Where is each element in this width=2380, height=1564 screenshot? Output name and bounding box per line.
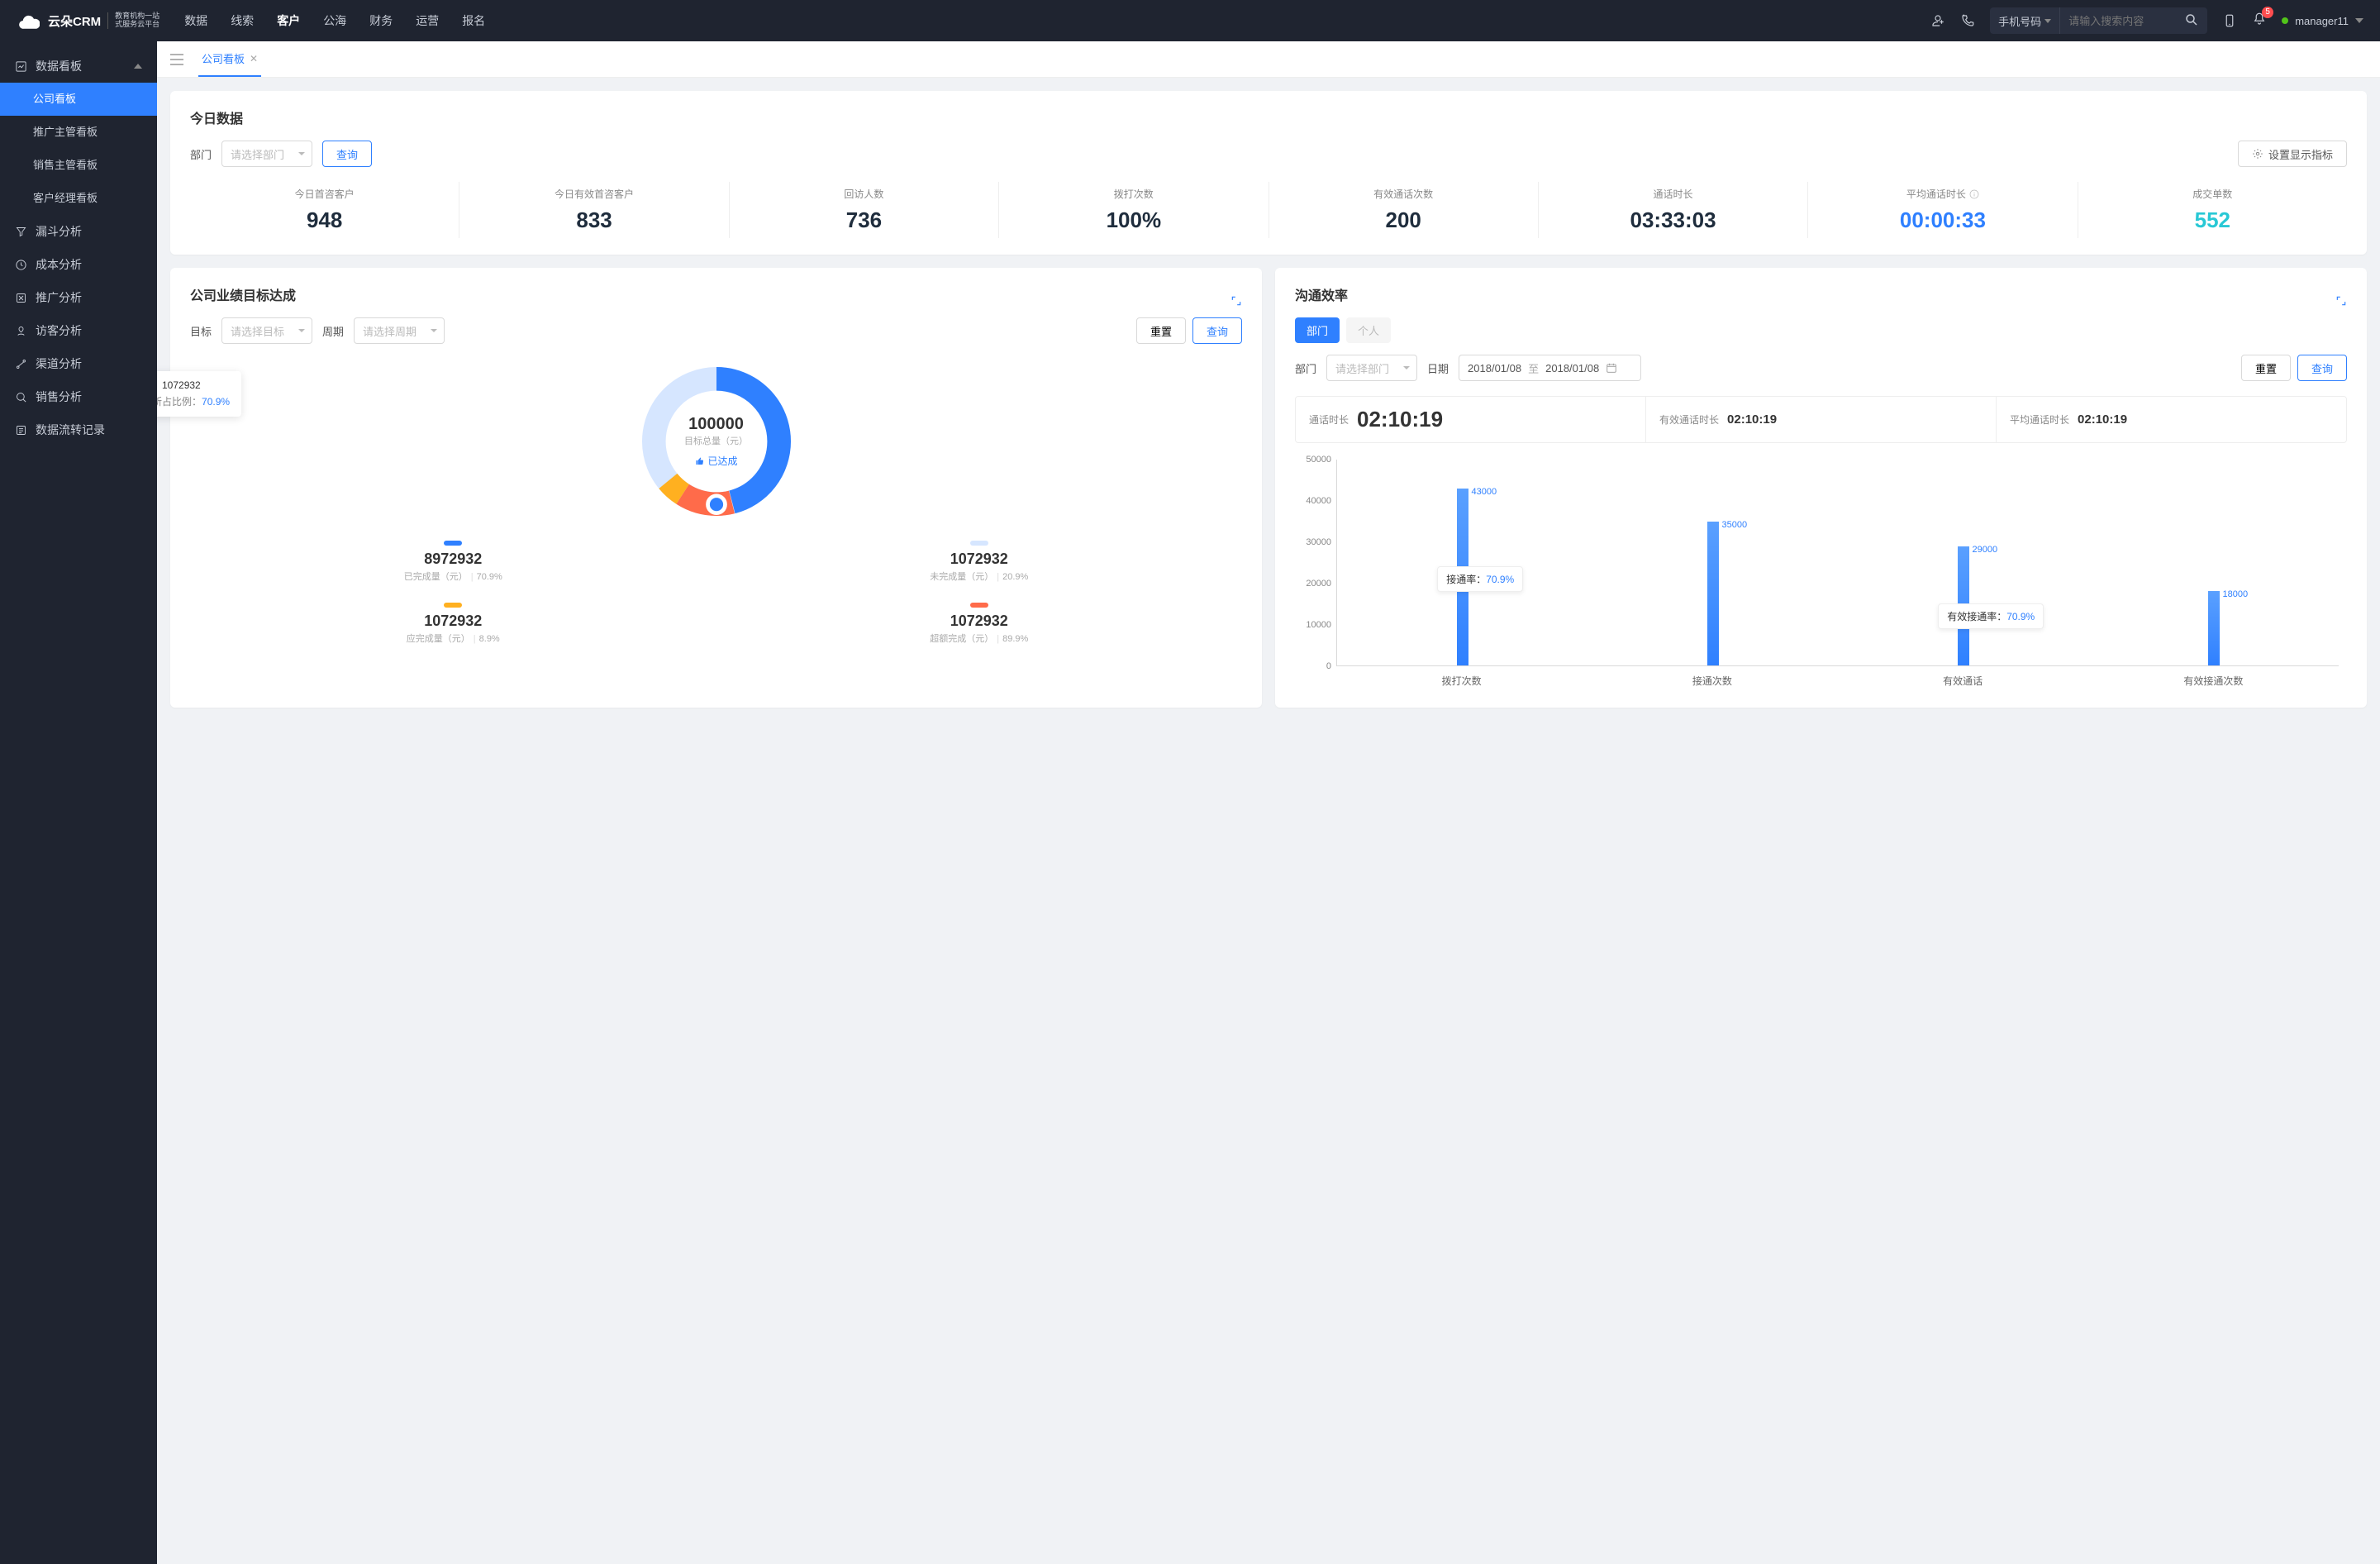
comm-stat-2: 平均通话时长02:10:19 xyxy=(1997,397,2346,442)
global-search[interactable]: 手机号码 xyxy=(1990,7,2207,34)
sidebar-icon xyxy=(15,424,27,436)
comm-reset-button[interactable]: 重置 xyxy=(2241,355,2291,381)
kpi-5: 通话时长03:33:03 xyxy=(1539,182,1808,238)
sidebar-sub-0[interactable]: 公司看板 xyxy=(0,83,157,116)
status-dot-icon xyxy=(2282,17,2288,24)
comm-tab-person[interactable]: 个人 xyxy=(1346,317,1391,343)
calendar-icon xyxy=(1606,362,1617,374)
legend-item-0: 8972932已完成量（元）|70.9% xyxy=(190,541,716,583)
goal-query-button[interactable]: 查询 xyxy=(1192,317,1242,344)
sidebar-item-0[interactable]: 漏斗分析 xyxy=(0,215,157,248)
goal-panel: 公司业绩目标达成 目标 请选择目标 周期 请选择周期 重置 查询 xyxy=(170,268,1262,708)
goal-title: 公司业绩目标达成 xyxy=(190,284,296,304)
sidebar-item-5[interactable]: 销售分析 xyxy=(0,380,157,413)
sidebar-sub-2[interactable]: 销售主管看板 xyxy=(0,149,157,182)
sidebar-item-1[interactable]: 成本分析 xyxy=(0,248,157,281)
kpi-3: 拨打次数100% xyxy=(999,182,1269,238)
comm-tab-dept[interactable]: 部门 xyxy=(1295,317,1340,343)
search-input[interactable] xyxy=(2060,15,2176,27)
search-type-select[interactable]: 手机号码 xyxy=(1990,7,2060,34)
sidebar-icon xyxy=(15,292,27,304)
kpi-6: 平均通话时长00:00:33 xyxy=(1808,182,2078,238)
notifications-button[interactable]: 5 xyxy=(2252,12,2267,31)
dept-select[interactable]: 请选择部门 xyxy=(221,141,312,167)
expand-icon[interactable] xyxy=(1230,295,1242,307)
search-button[interactable] xyxy=(2176,12,2207,30)
nav-运营[interactable]: 运营 xyxy=(416,12,439,29)
kpi-1: 今日有效首咨客户833 xyxy=(459,182,729,238)
sidebar-icon xyxy=(15,391,27,403)
goal-reset-button[interactable]: 重置 xyxy=(1136,317,1186,344)
comm-panel: 沟通效率 部门 个人 部门 请选择部门 日期 2018/01/0 xyxy=(1275,268,2367,708)
expand-icon[interactable] xyxy=(2335,295,2347,307)
chevron-down-icon xyxy=(2355,18,2363,23)
nav-数据[interactable]: 数据 xyxy=(184,12,207,29)
sidebar-item-2[interactable]: 推广分析 xyxy=(0,281,157,314)
add-user-icon[interactable] xyxy=(1930,13,1945,28)
sidebar-sub-1[interactable]: 推广主管看板 xyxy=(0,116,157,149)
tabs-menu-icon[interactable] xyxy=(170,54,183,65)
legend-item-3: 1072932超额完成（元）|89.9% xyxy=(716,603,1243,645)
phone-icon[interactable] xyxy=(1960,13,1975,28)
bar-3: 18000 xyxy=(2088,460,2339,665)
nav-公海[interactable]: 公海 xyxy=(323,12,346,29)
bar-0: 43000 xyxy=(1337,460,1587,665)
sidebar-group-dashboard[interactable]: 数据看板 xyxy=(0,50,157,83)
thumbs-up-icon xyxy=(694,456,704,466)
legend-item-2: 1072932应完成量（元）|8.9% xyxy=(190,603,716,645)
nav-线索[interactable]: 线索 xyxy=(231,12,254,29)
user-menu[interactable]: manager11 xyxy=(2282,15,2363,27)
kpi-2: 回访人数736 xyxy=(730,182,999,238)
sidebar-icon xyxy=(15,226,27,238)
donut-center: 100000 目标总量（元） 已达成 xyxy=(684,415,748,468)
comm-title: 沟通效率 xyxy=(1295,284,1348,304)
gear-icon xyxy=(2252,148,2263,160)
sidebar-item-4[interactable]: 渠道分析 xyxy=(0,347,157,380)
today-data-panel: 今日数据 部门 请选择部门 查询 设置显示指标 今日首咨客户948今日有效首咨客… xyxy=(170,91,2367,255)
today-title: 今日数据 xyxy=(190,107,243,127)
dept-label: 部门 xyxy=(190,146,212,162)
close-tab-icon[interactable]: ✕ xyxy=(250,53,258,64)
today-query-button[interactable]: 查询 xyxy=(322,141,372,167)
bar-1: 35000 xyxy=(1587,460,1838,665)
chevron-up-icon xyxy=(134,64,142,69)
kpi-0: 今日首咨客户948 xyxy=(190,182,459,238)
legend-item-1: 1072932未完成量（元）|20.9% xyxy=(716,541,1243,583)
search-icon xyxy=(2184,12,2199,27)
nav-客户[interactable]: 客户 xyxy=(277,12,300,29)
comm-dept-select[interactable]: 请选择部门 xyxy=(1326,355,1417,381)
info-icon xyxy=(1969,189,1979,199)
date-range-input[interactable]: 2018/01/08 至 2018/01/08 xyxy=(1459,355,1641,381)
nav-报名[interactable]: 报名 xyxy=(462,12,485,29)
sidebar-item-3[interactable]: 访客分析 xyxy=(0,314,157,347)
settings-metrics-button[interactable]: 设置显示指标 xyxy=(2238,141,2347,167)
goal-period-select[interactable]: 请选择周期 xyxy=(354,317,445,344)
brand-logo: 云朵CRM 教育机构一站 式服务云平台 xyxy=(17,12,159,30)
sidebar-icon xyxy=(15,358,27,370)
tab-company-board[interactable]: 公司看板 ✕ xyxy=(198,41,261,77)
chart-annotation-1: 有效接通率：70.9% xyxy=(1938,603,2044,629)
bar-2: 29000 xyxy=(1838,460,2088,665)
comm-bar-chart: 01000020000300004000050000 4300035000290… xyxy=(1295,451,2347,691)
kpi-4: 有效通话次数200 xyxy=(1269,182,1539,238)
comm-stat-0: 通话时长02:10:19 xyxy=(1296,397,1646,442)
donut-tooltip: 1072932 所占比例：70.9% xyxy=(157,371,241,417)
dashboard-icon xyxy=(15,60,27,73)
sidebar-icon xyxy=(15,325,27,337)
sidebar-sub-3[interactable]: 客户经理看板 xyxy=(0,182,157,215)
mobile-icon[interactable] xyxy=(2222,13,2237,28)
brand-name: 云朵CRM xyxy=(48,12,101,30)
comm-query-button[interactable]: 查询 xyxy=(2297,355,2347,381)
kpi-7: 成交单数552 xyxy=(2078,182,2347,238)
sidebar-icon xyxy=(15,259,27,271)
nav-财务[interactable]: 财务 xyxy=(369,12,393,29)
sidebar-item-6[interactable]: 数据流转记录 xyxy=(0,413,157,446)
goal-target-select[interactable]: 请选择目标 xyxy=(221,317,312,344)
notification-badge: 5 xyxy=(2262,7,2273,18)
comm-stat-1: 有效通话时长02:10:19 xyxy=(1646,397,1997,442)
cloud-icon xyxy=(17,12,40,30)
chart-annotation-0: 接通率：70.9% xyxy=(1437,566,1523,592)
